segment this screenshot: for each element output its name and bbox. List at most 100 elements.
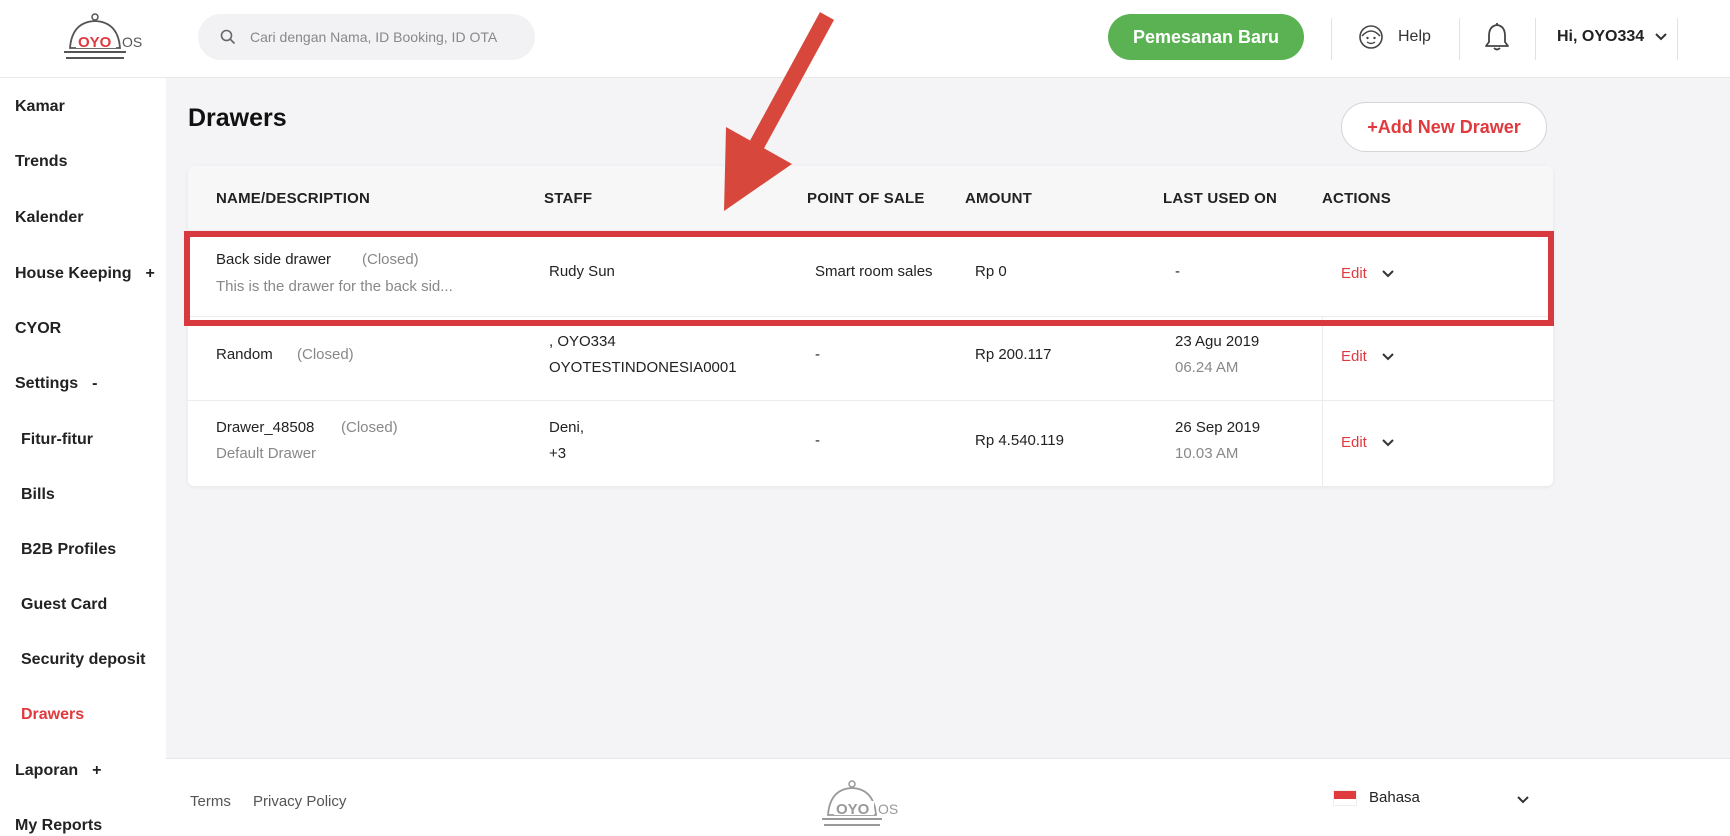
add-new-drawer-button[interactable]: +Add New Drawer [1341, 102, 1547, 152]
logo-text: OYO [78, 34, 112, 51]
table-header: NAME/DESCRIPTION STAFF POINT OF SALE AMO… [188, 166, 1553, 231]
footer: Terms Privacy Policy OYO OS Bahasa [166, 758, 1730, 836]
chevron-down-icon[interactable] [1381, 352, 1395, 362]
user-greeting: Hi, OYO334 [1557, 28, 1645, 45]
help-link[interactable]: Help [1358, 22, 1431, 52]
staff-name: Deni, [549, 419, 585, 436]
drawer-description: This is the drawer for the back sid... [216, 278, 453, 295]
header-divider [1677, 18, 1678, 60]
staff-name-line2: OYOTESTINDONESIA0001 [549, 359, 737, 376]
sidebar-item-cyor[interactable]: CYOR [15, 320, 61, 338]
header-divider [1331, 18, 1332, 60]
column-divider [1322, 317, 1323, 401]
expand-toggle[interactable]: + [92, 762, 101, 779]
collapse-toggle[interactable]: - [92, 375, 97, 392]
drawer-name: Back side drawer [216, 251, 332, 268]
table-row[interactable]: Back side drawer (Closed) This is the dr… [188, 231, 1553, 317]
expand-toggle[interactable]: + [145, 265, 154, 282]
sidebar-item-my-reports[interactable]: My Reports [15, 817, 102, 835]
sidebar-item-fitur-fitur[interactable]: Fitur-fitur [21, 431, 93, 449]
sidebar-item-label: B2B Profiles [21, 541, 117, 558]
privacy-policy-link[interactable]: Privacy Policy [253, 793, 346, 810]
sidebar-item-label: CYOR [15, 320, 62, 337]
sidebar-item-kamar[interactable]: Kamar [15, 98, 65, 116]
staff-name: , OYO334 [549, 333, 616, 350]
point-of-sale: Smart room sales [815, 263, 933, 280]
edit-action[interactable]: Edit [1341, 434, 1395, 451]
user-menu[interactable]: Hi, OYO334 [1557, 24, 1668, 50]
top-header: OYO OS Pemesanan Baru Help Hi, OYO334 [0, 0, 1730, 78]
sidebar-item-label: Kamar [15, 98, 65, 115]
last-used-date: 26 Sep 2019 [1175, 419, 1261, 436]
sidebar-item-guest-card[interactable]: Guest Card [21, 596, 107, 614]
footer-logo-text: OYO [836, 801, 870, 818]
sidebar-item-security-deposit[interactable]: Security deposit [21, 651, 145, 669]
page-title: Drawers [188, 104, 287, 132]
point-of-sale: - [815, 346, 820, 363]
sidebar-item-drawers[interactable]: Drawers [21, 706, 84, 724]
sidebar-item-house-keeping[interactable]: House Keeping + [15, 265, 155, 283]
column-divider [1322, 401, 1323, 486]
oyo-os-logo[interactable]: OYO OS [56, 12, 146, 62]
staff-name-line2: +3 [549, 445, 567, 462]
sidebar-item-label: Fitur-fitur [21, 431, 93, 448]
sidebar-item-laporan[interactable]: Laporan + [15, 762, 101, 780]
table-row[interactable]: Random (Closed) , OYO334 OYOTESTINDONESI… [188, 317, 1553, 401]
last-used-date: - [1175, 263, 1180, 280]
amount: Rp 200.117 [975, 346, 1052, 363]
new-booking-button[interactable]: Pemesanan Baru [1108, 14, 1304, 60]
sidebar-item-settings[interactable]: Settings - [15, 375, 97, 393]
sidebar-item-label: My Reports [15, 817, 103, 834]
chevron-down-icon[interactable] [1381, 438, 1395, 448]
drawers-table: NAME/DESCRIPTION STAFF POINT OF SALE AMO… [188, 166, 1553, 486]
sidebar-item-label: House Keeping [15, 265, 132, 282]
sidebar-item-label: Drawers [21, 706, 85, 723]
sidebar-item-trends[interactable]: Trends [15, 153, 67, 171]
amount: Rp 4.540.119 [975, 432, 1064, 449]
edit-label: Edit [1341, 265, 1367, 282]
search-icon [220, 29, 236, 45]
edit-action[interactable]: Edit [1341, 348, 1395, 365]
column-header: LAST USED ON [1163, 190, 1278, 207]
column-header: STAFF [544, 190, 593, 207]
footer-logo-suffix: OS [878, 801, 898, 817]
language-label: Bahasa [1369, 789, 1420, 806]
chevron-down-icon[interactable] [1516, 795, 1530, 805]
column-header: NAME/DESCRIPTION [216, 190, 371, 207]
help-label: Help [1398, 28, 1431, 45]
last-used-time: 10.03 AM [1175, 445, 1239, 462]
edit-action[interactable]: Edit [1341, 265, 1395, 282]
chevron-down-icon[interactable] [1381, 269, 1395, 279]
language-selector[interactable]: Bahasa [1333, 789, 1420, 806]
drawer-description: Default Drawer [216, 445, 317, 462]
oyo-os-footer-logo: OYO OS [816, 779, 906, 829]
sidebar-item-label: Security deposit [21, 651, 146, 668]
sidebar: Kamar Trends Kalender House Keeping + CYO… [0, 78, 166, 836]
bell-icon[interactable] [1484, 22, 1510, 52]
column-header: ACTIONS [1322, 190, 1391, 207]
column-header: POINT OF SALE [807, 190, 925, 207]
drawer-status: (Closed) [341, 419, 398, 436]
table-row[interactable]: Drawer_48508 (Closed) Default Drawer Den… [188, 401, 1553, 486]
drawer-status: (Closed) [362, 251, 419, 268]
sidebar-item-label: Trends [15, 153, 68, 170]
search-bar[interactable] [198, 14, 535, 60]
sidebar-item-label: Laporan [15, 762, 79, 779]
drawer-status: (Closed) [297, 346, 354, 363]
sidebar-item-b2b-profiles[interactable]: B2B Profiles [21, 541, 116, 559]
indonesia-flag-icon [1333, 789, 1357, 806]
chevron-down-icon [1655, 33, 1667, 41]
amount: Rp 0 [975, 263, 1007, 280]
staff-name: Rudy Sun [549, 263, 615, 280]
sidebar-item-kalender[interactable]: Kalender [15, 209, 83, 227]
sidebar-item-label: Settings [15, 375, 79, 392]
sidebar-item-label: Kalender [15, 209, 84, 226]
sidebar-item-label: Guest Card [21, 596, 108, 613]
last-used-date: 23 Agu 2019 [1175, 333, 1260, 350]
search-input[interactable] [250, 29, 520, 45]
edit-label: Edit [1341, 434, 1367, 451]
terms-link[interactable]: Terms [190, 793, 231, 810]
sidebar-item-bills[interactable]: Bills [21, 486, 55, 504]
sidebar-item-label: Bills [21, 486, 55, 503]
point-of-sale: - [815, 432, 820, 449]
